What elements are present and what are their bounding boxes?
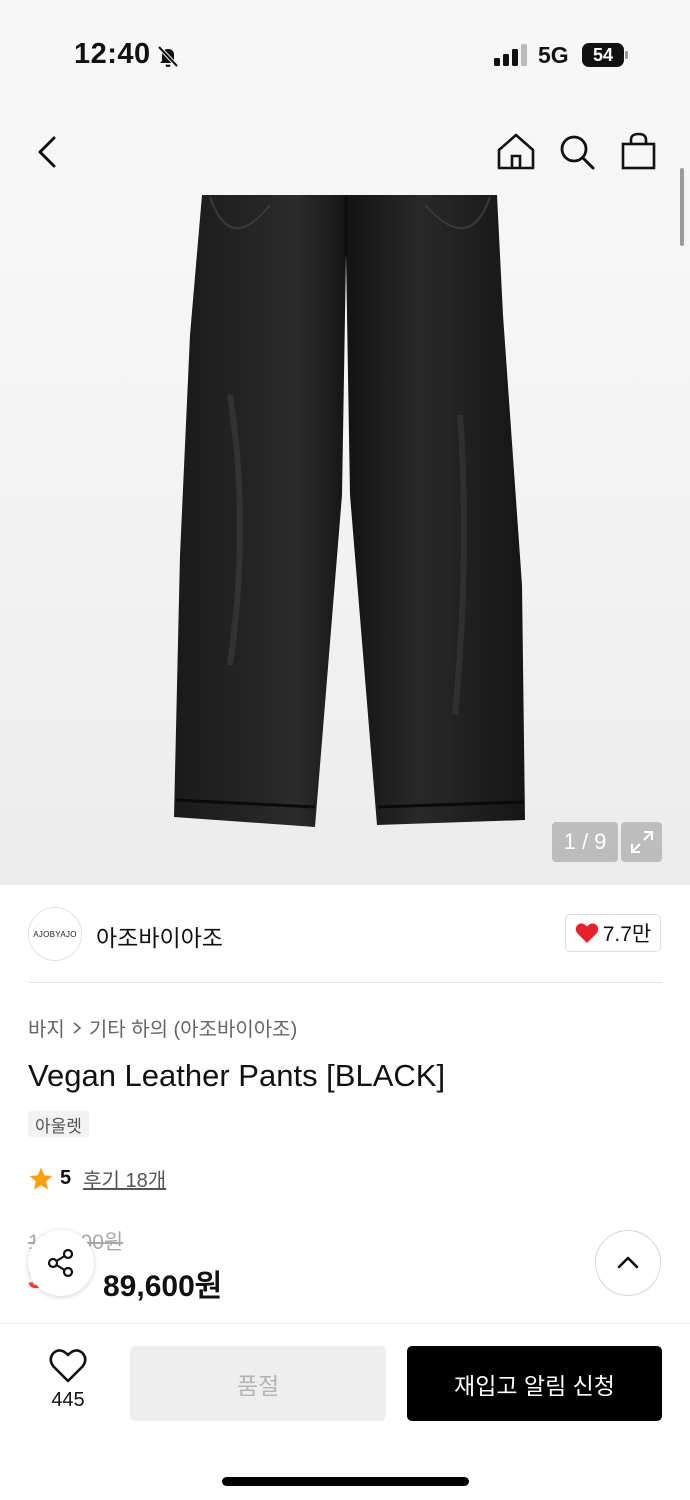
- expand-icon: [630, 831, 653, 853]
- wishlist-heart-icon[interactable]: [49, 1348, 87, 1384]
- brand-like-button[interactable]: 7.7만: [565, 914, 661, 952]
- soldout-button[interactable]: 품절: [130, 1346, 386, 1421]
- brand-like-count: 7.7만: [602, 923, 652, 946]
- product-title: Vegan Leather Pants [BLACK]: [28, 1058, 446, 1093]
- home-indicator[interactable]: [222, 1477, 469, 1486]
- product-photo-pants: [174, 195, 525, 827]
- shopping-bag-icon[interactable]: [617, 130, 661, 174]
- share-icon: [47, 1248, 74, 1278]
- share-button[interactable]: [28, 1230, 94, 1296]
- signal-icon: [494, 44, 527, 66]
- brand-logo-text: AJOBYAJO: [33, 929, 77, 939]
- silent-bell-icon: [157, 45, 179, 68]
- battery-icon: 54: [582, 43, 630, 67]
- breadcrumb: 바지 기타 하의 (아조바이아조): [28, 1013, 297, 1042]
- network-type: 5G: [538, 42, 569, 68]
- expand-image-button[interactable]: [621, 822, 662, 862]
- battery-level: 54: [592, 44, 614, 65]
- search-icon[interactable]: [555, 130, 599, 174]
- chevron-up-icon: [617, 1256, 639, 1269]
- restock-alert-button[interactable]: 재입고 알림 신청: [407, 1346, 662, 1421]
- status-time: 12:40: [74, 38, 151, 70]
- review-count-link[interactable]: 후기 18개: [83, 1164, 166, 1193]
- breadcrumb-subcategory[interactable]: 기타 하의 (아조바이아조): [89, 1013, 297, 1042]
- image-counter: 1 / 9: [552, 822, 618, 862]
- brand-logo[interactable]: AJOBYAJO: [28, 907, 82, 961]
- rating-row: 5 후기 18개: [28, 1164, 166, 1193]
- home-icon[interactable]: [494, 130, 538, 174]
- bottom-bar-divider: [0, 1323, 690, 1324]
- scroll-to-top-button[interactable]: [595, 1230, 661, 1296]
- brand-name[interactable]: 아조바이아조: [96, 919, 223, 953]
- back-icon[interactable]: [26, 130, 70, 174]
- wishlist-count: 445: [51, 1389, 85, 1411]
- star-icon: [29, 1167, 53, 1190]
- sale-price: 89,600원: [103, 1270, 223, 1303]
- scrollbar[interactable]: [680, 168, 684, 246]
- heart-icon: [575, 923, 598, 943]
- divider: [28, 982, 662, 983]
- chevron-right-icon: [73, 1021, 82, 1034]
- outlet-tag: 아울렛: [28, 1111, 89, 1137]
- breadcrumb-category[interactable]: 바지: [28, 1013, 65, 1042]
- rating-score: 5: [60, 1167, 72, 1189]
